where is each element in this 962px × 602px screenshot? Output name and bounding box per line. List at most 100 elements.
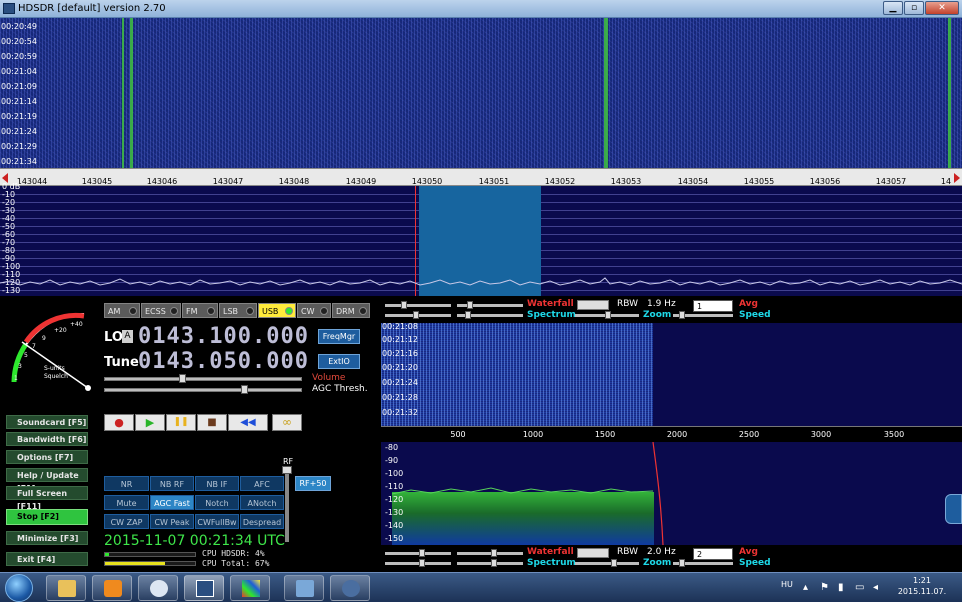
action-center-flag-icon[interactable]: ⚑ bbox=[820, 582, 829, 593]
waterfall-contrast-slider[interactable] bbox=[457, 549, 523, 557]
network-icon[interactable]: ▭ bbox=[855, 582, 864, 593]
volume-slider-thumb[interactable] bbox=[179, 374, 186, 383]
speed-slider[interactable] bbox=[673, 311, 733, 319]
soundcard-button[interactable]: Soundcard [F5] bbox=[6, 415, 88, 429]
taskbar-explorer[interactable] bbox=[46, 575, 86, 601]
mode-usb-button[interactable]: USB bbox=[258, 303, 296, 318]
despread-button[interactable]: Despread bbox=[240, 514, 284, 529]
waterfall-contrast-slider[interactable] bbox=[457, 301, 523, 309]
slider-thumb[interactable] bbox=[465, 311, 471, 319]
agc-threshold-slider[interactable] bbox=[104, 385, 302, 394]
options-button[interactable]: Options [F7] bbox=[6, 450, 88, 464]
freq-label: 14 bbox=[940, 177, 952, 186]
avg-select[interactable]: 1 bbox=[693, 300, 733, 312]
side-panel-tab[interactable] bbox=[945, 494, 962, 524]
loop-button[interactable]: ∞ bbox=[272, 414, 302, 431]
slider-thumb[interactable] bbox=[611, 559, 617, 567]
agc-slider-thumb[interactable] bbox=[241, 385, 248, 394]
notch-button[interactable]: Notch bbox=[195, 495, 239, 510]
rf-gain-slider[interactable] bbox=[285, 466, 289, 542]
frequency-scale[interactable]: 143044 143045 143046 143047 143048 14304… bbox=[0, 168, 962, 186]
slider-thumb[interactable] bbox=[491, 549, 497, 557]
slider-thumb[interactable] bbox=[419, 549, 425, 557]
cw-fullbw-button[interactable]: CWFullBw bbox=[195, 514, 239, 529]
play-button[interactable]: ▶ bbox=[135, 414, 165, 431]
avg-select[interactable]: 2 bbox=[693, 548, 733, 560]
scroll-right-arrow-icon[interactable] bbox=[954, 173, 960, 183]
mute-button[interactable]: Mute bbox=[104, 495, 149, 510]
mode-am-button[interactable]: AM bbox=[104, 303, 140, 318]
lo-a-box[interactable]: A bbox=[122, 330, 133, 343]
slider-thumb[interactable] bbox=[491, 559, 497, 567]
taskbar-app[interactable] bbox=[138, 575, 178, 601]
spectrum-level-slider[interactable] bbox=[385, 311, 451, 319]
cw-zap-button[interactable]: CW ZAP bbox=[104, 514, 149, 529]
taskbar-app-colorful[interactable] bbox=[230, 575, 270, 601]
slider-thumb[interactable] bbox=[679, 311, 685, 319]
mode-fm-button[interactable]: FM bbox=[182, 303, 218, 318]
fullscreen-button[interactable]: Full Screen [F11] bbox=[6, 486, 88, 511]
nb-if-button[interactable]: NB IF bbox=[195, 476, 239, 491]
slider-thumb[interactable] bbox=[413, 311, 419, 319]
speed-slider[interactable] bbox=[673, 559, 733, 567]
pause-button[interactable]: ❚❚ bbox=[166, 414, 196, 431]
power-icon[interactable]: ▮ bbox=[838, 582, 844, 593]
taskbar-media-player[interactable] bbox=[92, 575, 132, 601]
maximize-window-button[interactable]: ▫ bbox=[904, 1, 924, 15]
slider-thumb[interactable] bbox=[605, 311, 611, 319]
minimize-window-button[interactable]: ▁ bbox=[883, 1, 903, 15]
stop-button[interactable]: Stop [F2] bbox=[6, 509, 88, 525]
waterfall-level-slider[interactable] bbox=[385, 301, 451, 309]
volume-slider[interactable] bbox=[104, 374, 302, 383]
stop-playback-button[interactable]: ■ bbox=[197, 414, 227, 431]
anotch-button[interactable]: ANotch bbox=[240, 495, 284, 510]
freqmgr-button[interactable]: FreqMgr bbox=[318, 329, 360, 344]
zoom-slider[interactable] bbox=[575, 311, 639, 319]
show-hidden-icons-icon[interactable]: ▴ bbox=[803, 582, 808, 593]
language-indicator[interactable]: HU bbox=[781, 580, 793, 589]
clock-time: 1:21 bbox=[913, 576, 931, 585]
start-button[interactable] bbox=[5, 574, 33, 602]
rewind-button[interactable]: ◀◀ bbox=[228, 414, 268, 431]
taskbar-satellite[interactable] bbox=[330, 575, 370, 601]
spectrum-level-slider[interactable] bbox=[385, 559, 451, 567]
lo-frequency-display[interactable]: 0143.100.000 bbox=[138, 326, 309, 348]
mode-label: CW bbox=[301, 307, 315, 316]
mode-ecss-button[interactable]: ECSS bbox=[141, 303, 181, 318]
zoom-slider[interactable] bbox=[575, 559, 639, 567]
taskbar-remote-desktop[interactable] bbox=[284, 575, 324, 601]
extio-button[interactable]: ExtIO bbox=[318, 354, 360, 369]
nr-button[interactable]: NR bbox=[104, 476, 149, 491]
rf-waterfall[interactable] bbox=[0, 18, 962, 168]
mode-drm-button[interactable]: DRM bbox=[332, 303, 370, 318]
nb-rf-button[interactable]: NB RF bbox=[150, 476, 194, 491]
spectrum-contrast-slider[interactable] bbox=[457, 311, 523, 319]
waterfall-time-label: 00:21:14 bbox=[1, 97, 37, 106]
slider-thumb[interactable] bbox=[401, 301, 407, 309]
waterfall-level-slider[interactable] bbox=[385, 549, 451, 557]
mode-lsb-button[interactable]: LSB bbox=[219, 303, 257, 318]
tune-frequency-display[interactable]: 0143.050.000 bbox=[138, 351, 309, 373]
minimize-button[interactable]: Minimize [F3] bbox=[6, 531, 88, 545]
agc-fast-button[interactable]: AGC Fast bbox=[150, 495, 194, 510]
bandwidth-button[interactable]: Bandwidth [F6] bbox=[6, 432, 88, 446]
exit-button[interactable]: Exit [F4] bbox=[6, 552, 88, 566]
close-window-button[interactable]: ✕ bbox=[925, 1, 959, 15]
help-update-button[interactable]: Help / Update [F1] bbox=[6, 468, 88, 493]
slider-thumb[interactable] bbox=[467, 301, 473, 309]
afc-button[interactable]: AFC bbox=[240, 476, 284, 491]
volume-icon[interactable]: ◂ bbox=[873, 582, 878, 593]
slider-thumb[interactable] bbox=[419, 559, 425, 567]
system-clock[interactable]: 1:21 2015.11.07. bbox=[892, 575, 952, 597]
slider-thumb[interactable] bbox=[679, 559, 685, 567]
rf-gain-thumb[interactable] bbox=[282, 466, 292, 474]
record-button[interactable]: ● bbox=[104, 414, 134, 431]
spectrum-contrast-slider[interactable] bbox=[457, 559, 523, 567]
rbw-spinner[interactable] bbox=[577, 548, 609, 558]
rf50-button[interactable]: RF+50 bbox=[295, 476, 331, 491]
agc-thresh-label: AGC Thresh. bbox=[312, 384, 368, 394]
mode-cw-button[interactable]: CW bbox=[297, 303, 331, 318]
taskbar-hdsdr[interactable] bbox=[184, 575, 224, 601]
cw-peak-button[interactable]: CW Peak bbox=[150, 514, 194, 529]
rbw-spinner[interactable] bbox=[577, 300, 609, 310]
